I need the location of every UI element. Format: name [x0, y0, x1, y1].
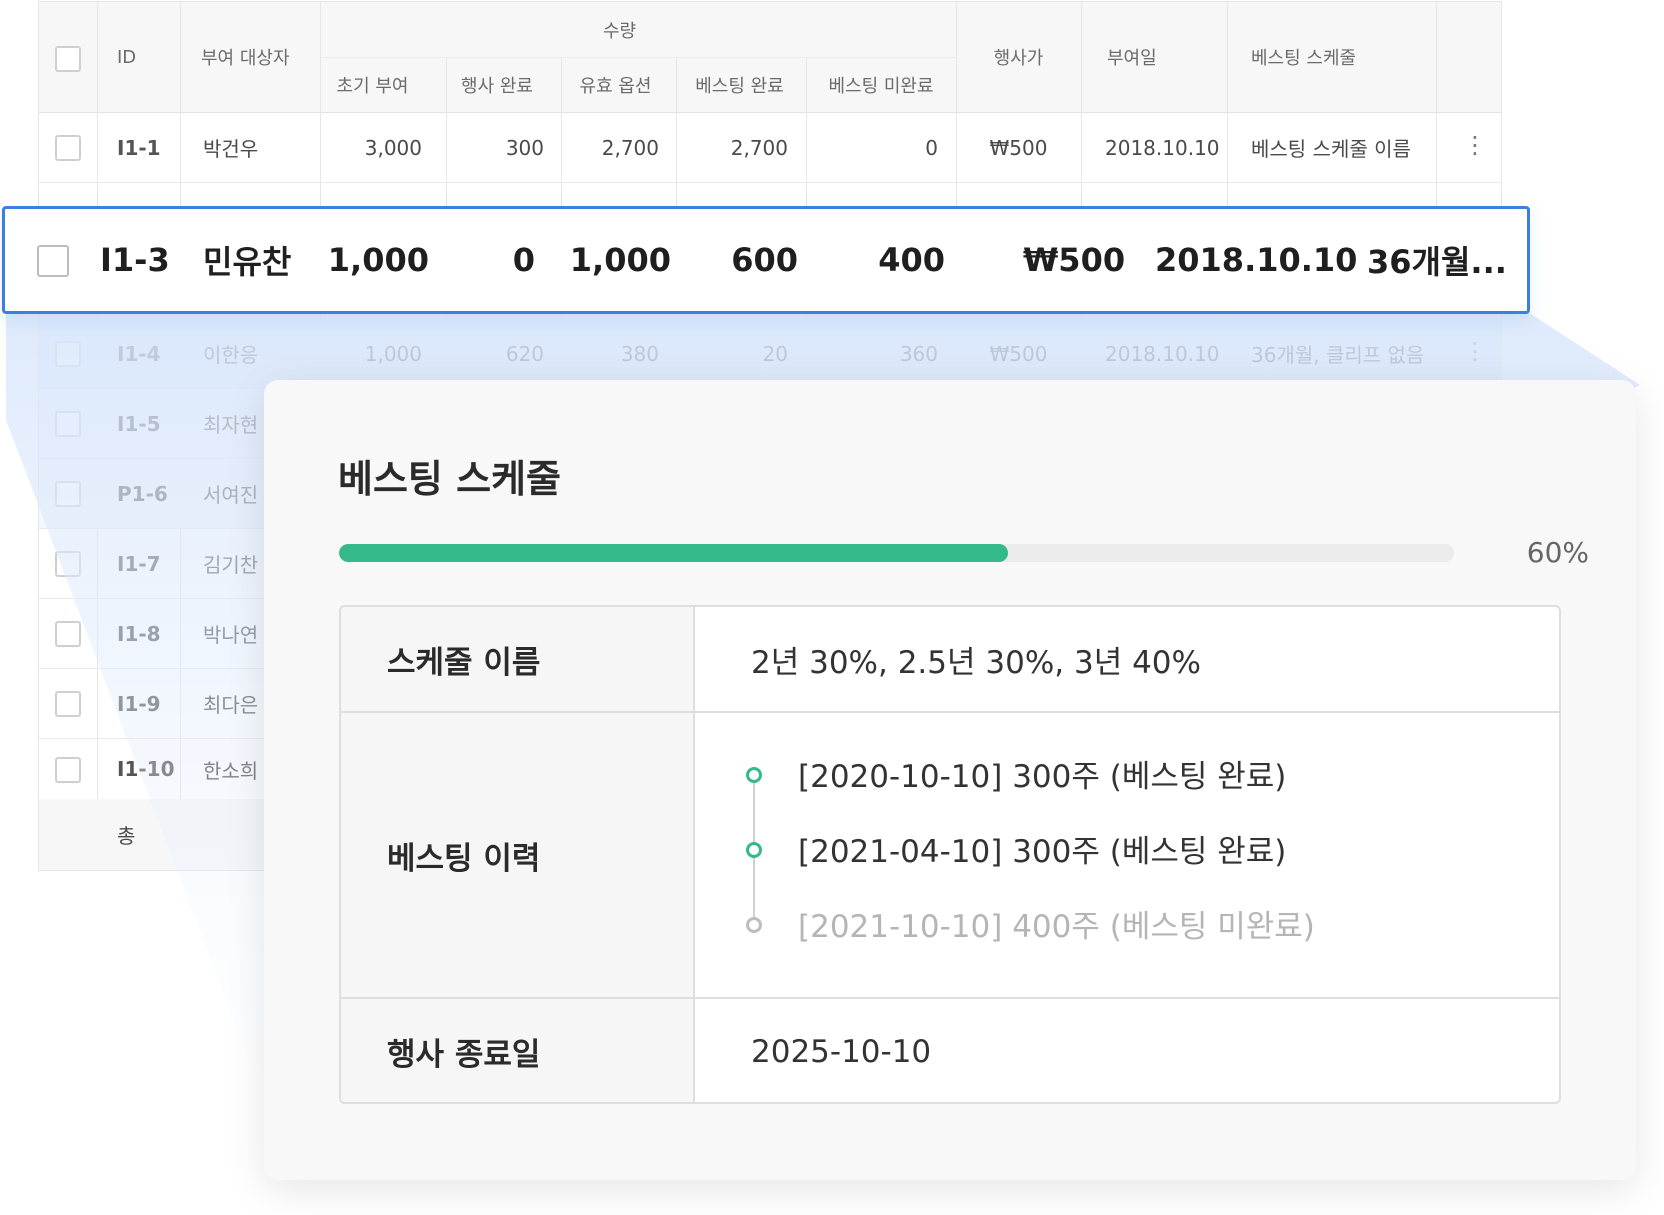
- th-quantity-group: 수량: [602, 20, 637, 42]
- cell-recipient: 최자현: [203, 413, 259, 437]
- select-all-checkbox[interactable]: [55, 46, 81, 72]
- vesting-history-item: [2021-04-10] 300주 (베스팅 완료): [798, 833, 1287, 870]
- th-exercised: 행사 완료: [461, 75, 533, 97]
- th-strike-price: 행사가: [993, 48, 1044, 69]
- vesting-info-table: 스케줄 이름 2년 30%, 2.5년 30%, 3년 40% 베스팅 이력 […: [339, 605, 1561, 1104]
- vesting-progress-fill: [339, 544, 1008, 562]
- cell-recipient: 서여진: [203, 483, 259, 507]
- cell-schedule: 36개월, 클리프 없음: [1251, 343, 1425, 367]
- th-vested: 베스팅 완료: [695, 75, 784, 97]
- row-menu-icon[interactable]: ⋮: [1463, 339, 1487, 363]
- row-checkbox[interactable]: [55, 135, 81, 161]
- vesting-schedule-card: 베스팅 스케줄 60% 스케줄 이름 2년 30%, 2.5년 30%, 3년 …: [264, 380, 1636, 1180]
- cell-unvested: 400: [878, 241, 945, 279]
- timeline-dot-pending-icon: [746, 917, 762, 933]
- timeline-dot-done-icon: [746, 767, 762, 783]
- th-grant-date: 부여일: [1107, 48, 1157, 69]
- table-header: ID 부여 대상자 수량 초기 부여 행사 완료 유효 옵션 베스팅 완료 베스…: [39, 2, 1501, 113]
- cell-id: I1-3: [100, 241, 170, 279]
- th-recipient: 부여 대상자: [201, 48, 290, 69]
- cell-valid: 380: [620, 341, 659, 366]
- row-menu-icon[interactable]: ⋮: [1463, 133, 1487, 157]
- row-checkbox[interactable]: [55, 551, 81, 577]
- cell-valid: 2,700: [601, 135, 659, 160]
- cell-id: I1-4: [117, 341, 161, 366]
- card-title: 베스팅 스케줄: [338, 457, 561, 501]
- row-checkbox[interactable]: [55, 341, 81, 367]
- table-row[interactable]: I1-4 이한응 1,000 620 380 20 360 ₩500 2018.…: [39, 319, 1501, 388]
- timeline-dot-done-icon: [746, 842, 762, 858]
- cell-exercised: 620: [505, 341, 544, 366]
- cell-grant-date: 2018.10.10: [1105, 135, 1220, 160]
- row-checkbox[interactable]: [55, 621, 81, 647]
- cell-vested: 2,700: [730, 135, 788, 160]
- cell-price: ₩500: [989, 135, 1048, 160]
- cell-grant-date: 2018.10.10: [1105, 341, 1220, 366]
- cell-vested: 600: [731, 241, 798, 279]
- cell-id: I1-9: [117, 691, 161, 716]
- row-checkbox[interactable]: [37, 245, 69, 277]
- row-checkbox[interactable]: [55, 691, 81, 717]
- cell-id: I1-5: [117, 411, 161, 436]
- cell-price: ₩500: [1023, 241, 1126, 279]
- cell-unvested: 0: [925, 135, 938, 160]
- vesting-progress-bar: [339, 544, 1454, 562]
- highlighted-row[interactable]: I1-3 민유찬 1,000 0 1,000 600 400 ₩500 2018…: [2, 206, 1530, 314]
- cell-id: I1-7: [117, 551, 161, 576]
- cell-recipient: 박나연: [203, 623, 259, 647]
- th-id: ID: [117, 46, 137, 68]
- cell-recipient: 박건우: [203, 137, 259, 161]
- cell-valid: 1,000: [569, 241, 671, 279]
- vesting-history-item: [2021-10-10] 400주 (베스팅 미완료): [798, 908, 1315, 945]
- cell-exercised: 300: [505, 135, 544, 160]
- vesting-history-item: [2020-10-10] 300주 (베스팅 완료): [798, 758, 1287, 795]
- cell-unvested: 360: [899, 341, 938, 366]
- cell-vested: 20: [762, 341, 788, 366]
- schedule-name-label: 스케줄 이름: [387, 644, 541, 681]
- cell-recipient: 김기찬: [203, 553, 259, 577]
- exercise-end-label: 행사 종료일: [387, 1037, 541, 1073]
- row-divider: [39, 182, 1501, 183]
- cell-initial: 1,000: [327, 241, 429, 279]
- cell-recipient: 민유찬: [203, 243, 292, 281]
- vesting-history-label: 베스팅 이력: [387, 840, 541, 877]
- th-unvested: 베스팅 미완료: [828, 75, 934, 97]
- cell-recipient: 이한응: [203, 343, 259, 367]
- cell-price: ₩500: [989, 341, 1048, 366]
- cell-id: P1-6: [117, 481, 168, 506]
- th-vesting-schedule: 베스팅 스케줄: [1251, 48, 1357, 69]
- schedule-name-value: 2년 30%, 2.5년 30%, 3년 40%: [751, 644, 1201, 681]
- row-checkbox[interactable]: [55, 411, 81, 437]
- total-label: 총: [117, 824, 136, 848]
- table-row[interactable]: I1-1 박건우 3,000 300 2,700 2,700 0 ₩500 20…: [39, 113, 1501, 182]
- cell-recipient: 한소희: [203, 758, 259, 783]
- cell-schedule: 베스팅 스케줄 이름: [1251, 137, 1411, 161]
- cell-schedule: 36개월...: [1367, 243, 1507, 281]
- th-valid-options: 유효 옵션: [579, 75, 652, 97]
- header-divider: [320, 57, 956, 58]
- cell-id: I1-1: [117, 135, 161, 160]
- cell-recipient: 최다은: [203, 693, 259, 717]
- vesting-progress-label: 60%: [1526, 536, 1589, 569]
- cell-initial: 1,000: [364, 341, 422, 366]
- cell-exercised: 0: [512, 241, 535, 279]
- exercise-end-value: 2025-10-10: [751, 1033, 932, 1070]
- th-initial-grant: 초기 부여: [336, 75, 409, 97]
- row-checkbox[interactable]: [55, 757, 81, 783]
- cell-initial: 3,000: [364, 135, 422, 160]
- row-checkbox[interactable]: [55, 481, 81, 507]
- cell-id: I1-8: [117, 621, 161, 646]
- cell-id: I1-10: [117, 757, 175, 781]
- cell-grant-date: 2018.10.10: [1155, 241, 1358, 279]
